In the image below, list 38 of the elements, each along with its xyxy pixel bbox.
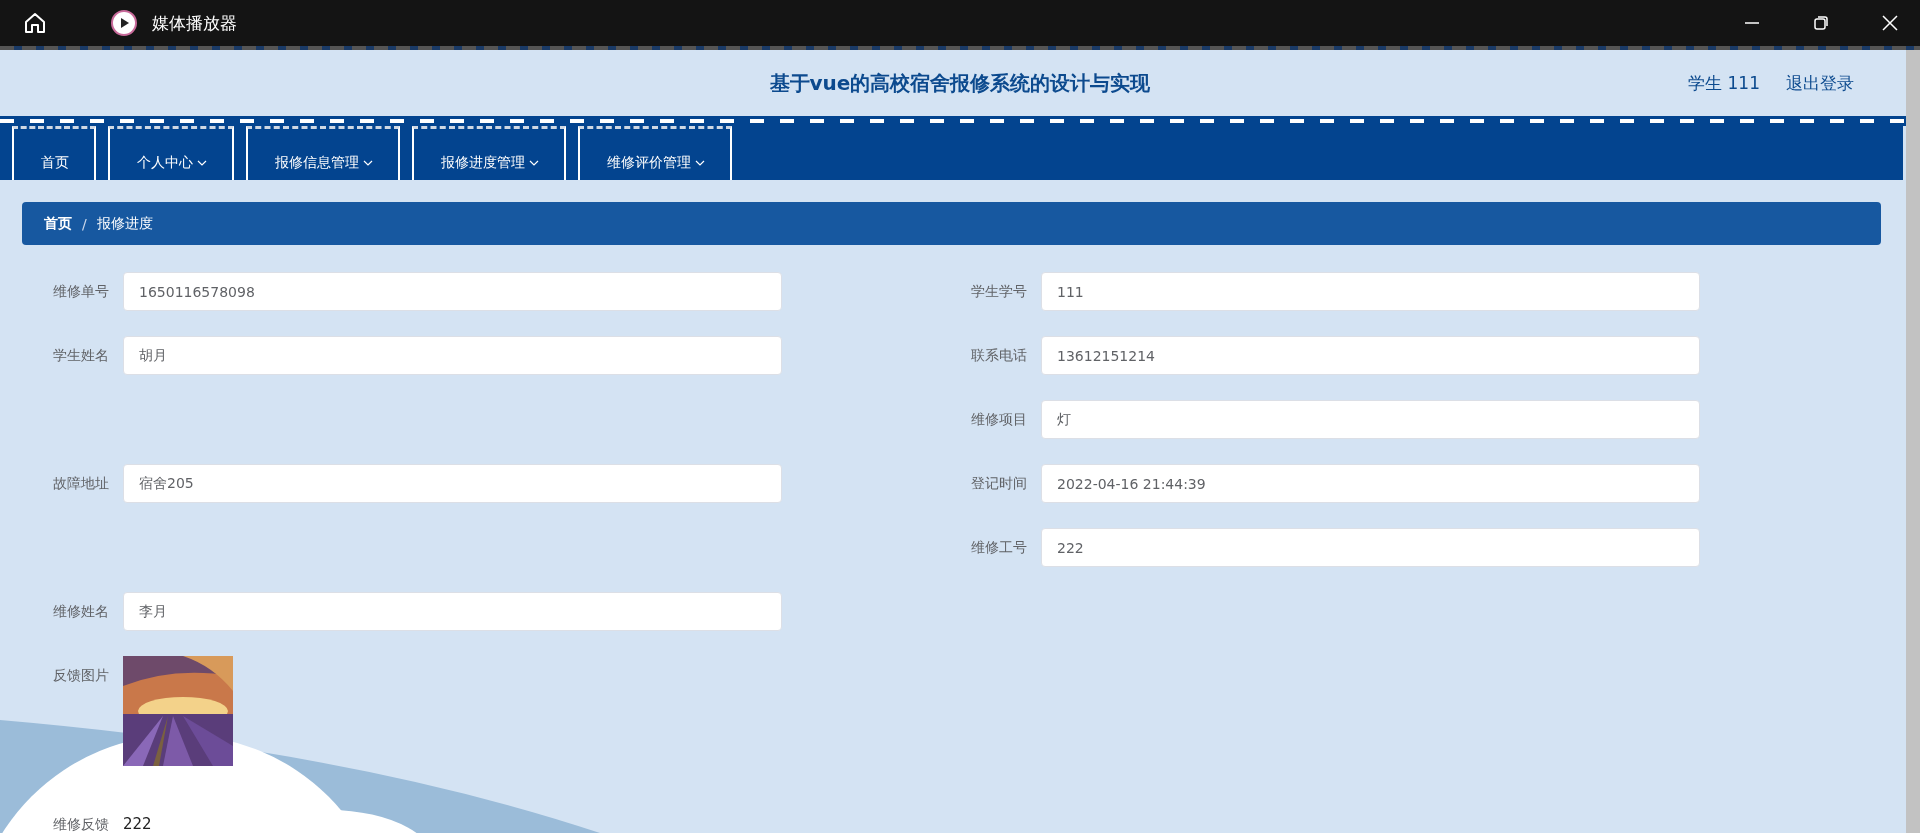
input-field[interactable]: 222	[1041, 528, 1700, 567]
home-icon[interactable]	[23, 11, 47, 35]
input-field[interactable]: 13612151214	[1041, 336, 1700, 375]
logout-link[interactable]: 退出登录	[1786, 71, 1854, 95]
input-field[interactable]: 1650116578098	[123, 272, 782, 311]
play-icon	[111, 10, 137, 36]
field-label: 登记时间	[970, 474, 1027, 493]
user-name: 学生 111	[1688, 71, 1760, 95]
input-field[interactable]: 2022-04-16 21:44:39	[1041, 464, 1700, 503]
field-label: 反馈图片	[52, 666, 109, 685]
nav-tab[interactable]: 报修信息管理	[246, 126, 400, 180]
field-label: 维修单号	[52, 282, 109, 301]
input-field[interactable]: 111	[1041, 272, 1700, 311]
input-field[interactable]: 胡月	[123, 336, 782, 375]
input-field[interactable]: 灯	[1041, 400, 1700, 439]
close-icon[interactable]	[1882, 15, 1898, 31]
field-label: 维修反馈	[52, 815, 109, 833]
field-value: 222	[123, 814, 152, 833]
field-label: 维修项目	[970, 410, 1027, 429]
nav-tab[interactable]: 维修评价管理	[578, 126, 732, 180]
field-label: 维修工号	[970, 538, 1027, 557]
window-title: 媒体播放器	[152, 11, 237, 35]
breadcrumb-item[interactable]: 首页	[44, 214, 72, 233]
site-title: 基于vue的高校宿舍报修系统的设计与实现	[769, 69, 1151, 97]
input-field[interactable]: 李月	[123, 592, 782, 631]
breadcrumb-item: 报修进度	[96, 214, 153, 233]
breadcrumb-separator: /	[82, 215, 87, 232]
restore-icon[interactable]	[1813, 15, 1829, 31]
field-label: 联系电话	[970, 346, 1027, 365]
nav-tab[interactable]: 报修进度管理	[412, 126, 566, 180]
field-label: 学生姓名	[52, 346, 109, 365]
input-field[interactable]: 宿舍205	[123, 464, 782, 503]
field-label: 维修姓名	[52, 602, 109, 621]
field-label: 故障地址	[52, 474, 109, 493]
nav-tab[interactable]: 首页	[12, 126, 96, 180]
nav-tab[interactable]: 个人中心	[108, 126, 234, 180]
scrollbar[interactable]	[1906, 50, 1920, 833]
field-label: 学生学号	[970, 282, 1027, 301]
